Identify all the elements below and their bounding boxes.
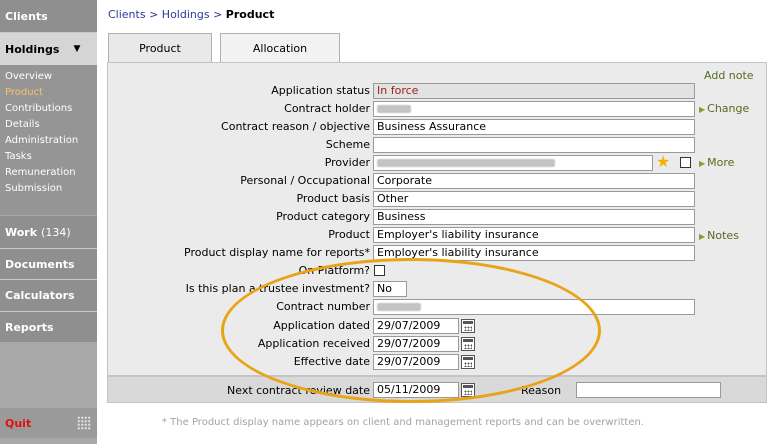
product-category-label: Product category <box>276 210 370 223</box>
tab-product[interactable]: Product <box>108 33 212 63</box>
application-status-field: In force <box>373 83 695 99</box>
personal-occupational-label: Personal / Occupational <box>240 174 370 187</box>
nav-documents[interactable]: Documents <box>0 249 97 279</box>
nav-sub-administration[interactable]: Administration <box>5 133 97 149</box>
breadcrumb-current: Product <box>225 8 275 21</box>
provider-field[interactable] <box>373 155 653 171</box>
nav-work-label: Work <box>5 225 38 239</box>
nav-sub-submission[interactable]: Submission <box>5 181 97 197</box>
quit-label: Quit <box>5 416 32 430</box>
application-status-label: Application status <box>271 84 370 97</box>
nav-documents-label: Documents <box>5 257 75 271</box>
nav-calculators[interactable]: Calculators <box>0 280 97 311</box>
nav-sub-overview[interactable]: Overview <box>5 69 97 85</box>
footnote: * The Product display name appears on cl… <box>162 417 644 428</box>
product-basis-field[interactable]: Other <box>373 191 695 207</box>
display-name-label: Product display name for reports* <box>184 246 370 259</box>
reason-field[interactable] <box>576 382 721 398</box>
nav-work-count: (134) <box>41 225 71 239</box>
scheme-label: Scheme <box>325 138 370 151</box>
scheme-field[interactable] <box>373 137 695 153</box>
change-link[interactable]: ▶ Change <box>699 102 749 115</box>
highlight-ellipse <box>221 258 601 403</box>
nav-clients-label: Clients <box>5 9 48 23</box>
nav-sub-contributions[interactable]: Contributions <box>5 101 97 117</box>
tab-product-label: Product <box>139 42 181 55</box>
provider-label: Provider <box>324 156 370 169</box>
redacted-value <box>377 105 411 113</box>
nav-sub-tasks[interactable]: Tasks <box>5 149 97 165</box>
contract-reason-label: Contract reason / objective <box>221 120 370 133</box>
breadcrumb: Clients > Holdings > Product <box>108 8 274 21</box>
chevron-down-icon: ▼ <box>73 44 81 54</box>
nav-sub-details[interactable]: Details <box>5 117 97 133</box>
breadcrumb-separator: > <box>209 8 226 21</box>
more-link[interactable]: ▶ More <box>699 156 734 169</box>
star-icon[interactable]: ★ <box>656 154 670 170</box>
nav-calculators-label: Calculators <box>5 289 75 302</box>
contract-reason-field[interactable]: Business Assurance <box>373 119 695 135</box>
arrow-right-icon: ▶ <box>699 159 706 168</box>
contract-holder-label: Contract holder <box>284 102 370 115</box>
nav-reports-label: Reports <box>5 320 54 334</box>
breadcrumb-separator: > <box>145 8 162 21</box>
arrow-right-icon: ▶ <box>699 232 706 241</box>
product-label: Product <box>328 228 370 241</box>
quit-button[interactable]: Quit <box>0 408 97 438</box>
breadcrumb-clients[interactable]: Clients <box>108 8 146 21</box>
notes-link-label: Notes <box>707 229 739 242</box>
nav-sub-product[interactable]: Product <box>5 85 97 101</box>
grip-icon[interactable] <box>77 416 91 430</box>
nav-reports[interactable]: Reports <box>0 312 97 342</box>
personal-occupational-field[interactable]: Corporate <box>373 173 695 189</box>
product-field[interactable]: Employer's liability insurance <box>373 227 695 243</box>
redacted-value <box>377 159 555 167</box>
holdings-submenu: Overview Product Contributions Details A… <box>0 65 97 215</box>
tab-allocation[interactable]: Allocation <box>220 33 340 63</box>
nav-holdings-label: Holdings <box>5 42 60 56</box>
notes-link[interactable]: ▶ Notes <box>699 229 739 242</box>
arrow-right-icon: ▶ <box>699 105 706 114</box>
product-category-field[interactable]: Business <box>373 209 695 225</box>
sidebar: Clients Holdings ▼ Overview Product Cont… <box>0 0 97 444</box>
provider-checkbox[interactable] <box>680 157 691 168</box>
product-basis-label: Product basis <box>296 192 370 205</box>
add-note-link[interactable]: Add note <box>704 69 754 82</box>
nav-sub-remuneration[interactable]: Remuneration <box>5 165 97 181</box>
sidebar-spacer <box>0 342 97 408</box>
nav-work[interactable]: Work (134) <box>0 216 97 248</box>
tab-allocation-label: Allocation <box>252 42 308 55</box>
more-link-label: More <box>707 156 735 169</box>
nav-clients[interactable]: Clients <box>0 0 97 32</box>
contract-holder-field[interactable] <box>373 101 695 117</box>
change-link-label: Change <box>707 102 750 115</box>
nav-holdings[interactable]: Holdings ▼ <box>0 33 97 65</box>
breadcrumb-holdings[interactable]: Holdings <box>162 8 210 21</box>
